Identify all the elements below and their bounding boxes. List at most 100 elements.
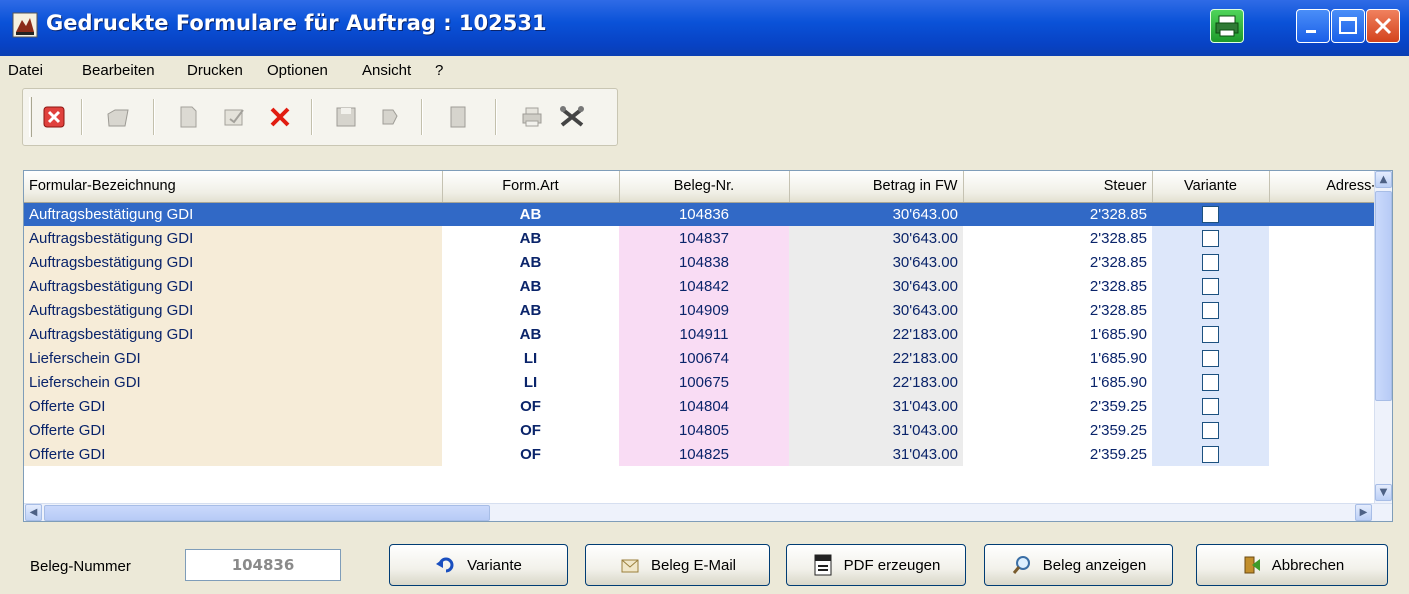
scroll-right-button[interactable]: ▶	[1355, 504, 1372, 521]
maximize-button[interactable]	[1331, 9, 1365, 43]
variante-checkbox[interactable]	[1202, 277, 1219, 295]
cell-form-art[interactable]: LI	[442, 346, 619, 370]
table-row[interactable]: Auftragsbestätigung GDI AB 104842 30'643.00…	[24, 274, 1392, 298]
vertical-scroll-thumb[interactable]	[1375, 191, 1392, 401]
table-row[interactable]: Auftragsbestätigung GDI AB 104837 30'643.00…	[24, 226, 1392, 250]
cell-formular[interactable]: Auftragsbestätigung GDI	[24, 226, 442, 250]
abbrechen-button[interactable]: Abbrechen	[1196, 544, 1388, 586]
variante-checkbox[interactable]	[1202, 229, 1219, 247]
save-icon[interactable]	[331, 102, 361, 132]
cell-steuer[interactable]: 2'328.85	[963, 226, 1152, 250]
open-icon[interactable]	[103, 102, 133, 132]
cell-form-art[interactable]: AB	[442, 226, 619, 250]
variante-checkbox[interactable]	[1202, 325, 1219, 343]
cell-variante[interactable]	[1152, 274, 1269, 298]
table-row[interactable]: Lieferschein GDI LI 100675 22'183.00 1'685.9…	[24, 370, 1392, 394]
menu-bearbeiten[interactable]: Bearbeiten	[82, 62, 155, 79]
variante-button[interactable]: Variante	[389, 544, 568, 586]
variante-checkbox[interactable]	[1202, 349, 1219, 367]
beleg-nummer-field[interactable]: 104836	[185, 549, 341, 581]
variante-checkbox[interactable]	[1202, 301, 1219, 319]
cell-form-art[interactable]: AB	[442, 274, 619, 298]
cell-beleg-nr[interactable]: 100675	[619, 370, 789, 394]
menu-optionen[interactable]: Optionen	[267, 62, 328, 79]
cell-variante[interactable]	[1152, 346, 1269, 370]
cell-formular[interactable]: Offerte GDI	[24, 442, 442, 466]
cell-formular[interactable]: Offerte GDI	[24, 394, 442, 418]
vertical-scrollbar[interactable]: ▲ ▼	[1374, 171, 1392, 504]
close-red-icon[interactable]	[39, 102, 69, 132]
cell-beleg-nr[interactable]: 104838	[619, 250, 789, 274]
cell-betrag[interactable]: 31'043.00	[789, 418, 963, 442]
cell-form-art[interactable]: AB	[442, 298, 619, 322]
table-row[interactable]: Lieferschein GDI LI 100674 22'183.00 1'685.9…	[24, 346, 1392, 370]
delete-icon[interactable]	[265, 102, 295, 132]
cell-variante[interactable]	[1152, 322, 1269, 346]
cell-betrag[interactable]: 22'183.00	[789, 346, 963, 370]
cell-beleg-nr[interactable]: 100674	[619, 346, 789, 370]
scroll-up-button[interactable]: ▲	[1375, 171, 1392, 188]
cell-beleg-nr[interactable]: 104804	[619, 394, 789, 418]
cell-formular[interactable]: Auftragsbestätigung GDI	[24, 202, 442, 226]
cell-variante[interactable]	[1152, 298, 1269, 322]
cell-variante[interactable]	[1152, 418, 1269, 442]
table-row[interactable]: Auftragsbestätigung GDI AB 104911 22'183.00…	[24, 322, 1392, 346]
cell-steuer[interactable]: 2'359.25	[963, 418, 1152, 442]
horizontal-scroll-thumb[interactable]	[44, 505, 490, 521]
table-row[interactable]: Offerte GDIOF10480531'043.002'359.2548	[24, 418, 1392, 442]
cell-beleg-nr[interactable]: 104836	[619, 202, 789, 226]
col-header-beleg-nr[interactable]: Beleg-Nr.	[619, 171, 790, 203]
table-row[interactable]: Auftragsbestätigung GDI AB 104838 30'643.00…	[24, 250, 1392, 274]
cell-steuer[interactable]: 1'685.90	[963, 370, 1152, 394]
cell-formular[interactable]: Auftragsbestätigung GDI	[24, 298, 442, 322]
variante-checkbox[interactable]	[1202, 373, 1219, 391]
cell-beleg-nr[interactable]: 104911	[619, 322, 789, 346]
scroll-left-button[interactable]: ◀	[25, 504, 42, 521]
col-header-formular[interactable]: Formular-Bezeichnung	[24, 171, 443, 203]
table-row[interactable]: Offerte GDIOF10482531'043.002'359.2548	[24, 442, 1392, 466]
cell-variante[interactable]	[1152, 370, 1269, 394]
print-status-icon[interactable]	[1210, 9, 1244, 43]
variante-checkbox[interactable]	[1202, 206, 1219, 224]
beleg-anzeigen-button[interactable]: Beleg anzeigen	[984, 544, 1173, 586]
cell-beleg-nr[interactable]: 104805	[619, 418, 789, 442]
col-header-betrag[interactable]: Betrag in FW	[789, 171, 964, 203]
new-icon[interactable]	[173, 102, 203, 132]
edit-icon[interactable]	[219, 102, 249, 132]
cell-form-art[interactable]: OF	[442, 394, 619, 418]
col-header-variante[interactable]: Variante	[1152, 171, 1270, 203]
cell-steuer[interactable]: 1'685.90	[963, 346, 1152, 370]
cell-beleg-nr[interactable]: 104842	[619, 274, 789, 298]
cell-betrag[interactable]: 22'183.00	[789, 370, 963, 394]
cell-variante[interactable]	[1152, 202, 1269, 226]
cell-steuer[interactable]: 2'328.85	[963, 274, 1152, 298]
export-icon[interactable]	[443, 102, 473, 132]
scroll-down-button[interactable]: ▼	[1375, 484, 1392, 501]
cell-betrag[interactable]: 30'643.00	[789, 298, 963, 322]
menu-help[interactable]: ?	[435, 62, 443, 79]
cell-form-art[interactable]: OF	[442, 442, 619, 466]
forward-icon[interactable]	[375, 102, 405, 132]
cell-formular[interactable]: Offerte GDI	[24, 418, 442, 442]
col-header-form-art[interactable]: Form.Art	[442, 171, 620, 203]
cell-steuer[interactable]: 2'328.85	[963, 202, 1152, 226]
variante-checkbox[interactable]	[1202, 421, 1219, 439]
cell-formular[interactable]: Auftragsbestätigung GDI	[24, 274, 442, 298]
col-header-steuer[interactable]: Steuer	[963, 171, 1153, 203]
cell-betrag[interactable]: 22'183.00	[789, 322, 963, 346]
cell-form-art[interactable]: AB	[442, 322, 619, 346]
cell-steuer[interactable]: 2'328.85	[963, 298, 1152, 322]
cell-variante[interactable]	[1152, 394, 1269, 418]
cell-form-art[interactable]: LI	[442, 370, 619, 394]
cell-steuer[interactable]: 2'359.25	[963, 442, 1152, 466]
menu-datei[interactable]: Datei	[8, 62, 43, 79]
table-row[interactable]: Auftragsbestätigung GDI AB 104836 30'643.00…	[24, 202, 1392, 226]
print-icon[interactable]	[517, 102, 547, 132]
tools-icon[interactable]	[557, 102, 587, 132]
beleg-email-button[interactable]: Beleg E-Mail	[585, 544, 770, 586]
cell-betrag[interactable]: 31'043.00	[789, 442, 963, 466]
pdf-erzeugen-button[interactable]: PDF erzeugen	[786, 544, 966, 586]
cell-form-art[interactable]: OF	[442, 418, 619, 442]
horizontal-scrollbar[interactable]: ◀ ▶	[24, 503, 1392, 521]
cell-beleg-nr[interactable]: 104825	[619, 442, 789, 466]
